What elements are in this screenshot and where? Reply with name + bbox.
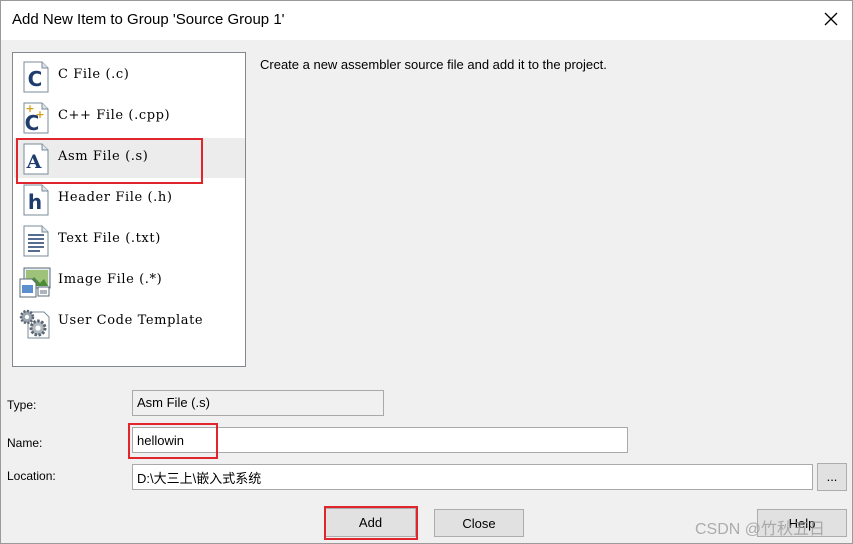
item-description: Create a new assembler source file and a… [260, 57, 607, 72]
location-label: Location: [7, 469, 56, 483]
add-new-item-dialog: Add New Item to Group 'Source Group 1' C… [0, 0, 853, 544]
type-label: Type: [7, 398, 37, 412]
image-file-icon [19, 267, 51, 298]
list-item-label: Asm File (.s) [58, 149, 149, 164]
file-type-list[interactable]: C C File (.c) C + + C++ File (.cpp) A As… [12, 52, 246, 367]
list-item-label: C File (.c) [58, 67, 130, 82]
svg-text:+: + [35, 108, 44, 121]
svg-text:C: C [28, 67, 43, 91]
text-file-icon [23, 225, 49, 257]
name-input[interactable] [132, 427, 628, 453]
name-label: Name: [7, 436, 43, 450]
add-button[interactable]: Add [325, 508, 416, 537]
close-icon[interactable] [822, 10, 840, 28]
dialog-title: Add New Item to Group 'Source Group 1' [12, 11, 285, 28]
list-item-label: Image File (.*) [58, 272, 163, 287]
list-item-image-file[interactable]: Image File (.*) [14, 261, 245, 301]
list-item-text-file[interactable]: Text File (.txt) [14, 220, 245, 260]
list-item-c-file[interactable]: C C File (.c) [14, 56, 245, 96]
close-button[interactable]: Close [434, 509, 524, 537]
cpp-file-icon: C + + [23, 102, 49, 135]
list-item-header-file[interactable]: h Header File (.h) [14, 179, 245, 219]
title-bar: Add New Item to Group 'Source Group 1' [1, 1, 852, 40]
list-item-label: Text File (.txt) [58, 231, 161, 246]
csdn-watermark: CSDN @竹秋五日 [695, 521, 826, 538]
svg-text:h: h [28, 190, 42, 214]
list-item-user-code-template[interactable]: User Code Template [14, 302, 245, 342]
browse-button[interactable]: ... [817, 463, 847, 491]
list-item-label: C++ File (.cpp) [58, 108, 171, 123]
header-file-icon: h [23, 184, 49, 216]
location-input[interactable] [132, 464, 813, 490]
list-item-label: User Code Template [58, 313, 204, 328]
template-gears-icon [19, 309, 50, 339]
svg-text:A: A [26, 151, 42, 173]
list-item-cpp-file[interactable]: C + + C++ File (.cpp) [14, 97, 245, 137]
asm-file-icon: A [23, 143, 49, 175]
svg-text:+: + [25, 102, 34, 115]
type-field: Asm File (.s) [132, 390, 384, 416]
c-file-icon: C [23, 61, 49, 93]
list-item-label: Header File (.h) [58, 190, 173, 205]
list-item-asm-file[interactable]: A Asm File (.s) [14, 138, 245, 178]
